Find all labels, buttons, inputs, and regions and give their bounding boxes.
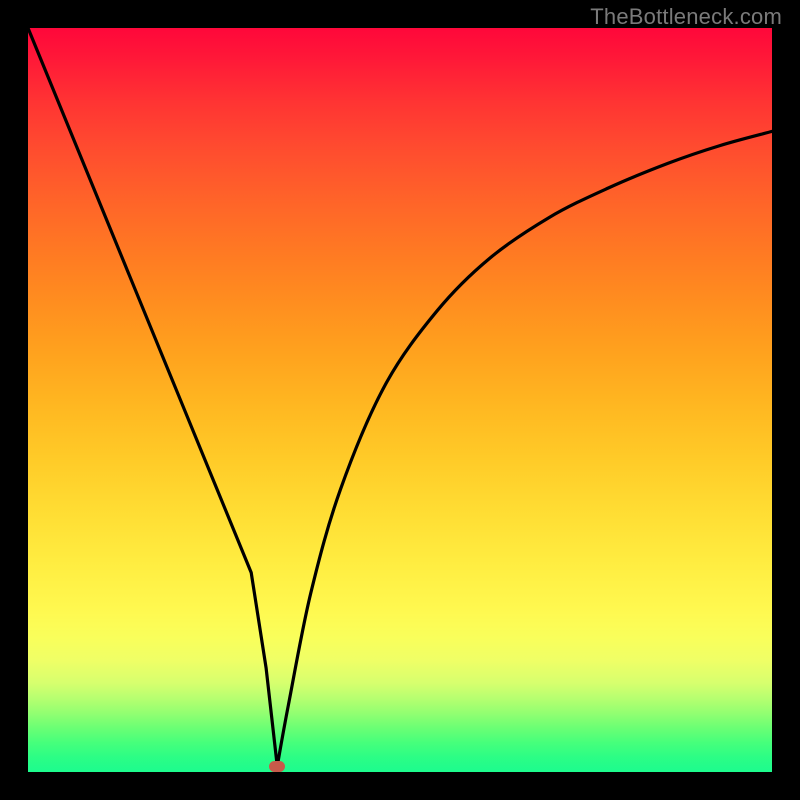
- minimum-marker: [269, 761, 285, 772]
- chart-svg: [28, 28, 772, 772]
- chart-frame: [28, 28, 772, 772]
- bottleneck-curve-right: [277, 131, 772, 766]
- watermark-text: TheBottleneck.com: [590, 4, 782, 30]
- bottleneck-curve-left: [28, 28, 277, 766]
